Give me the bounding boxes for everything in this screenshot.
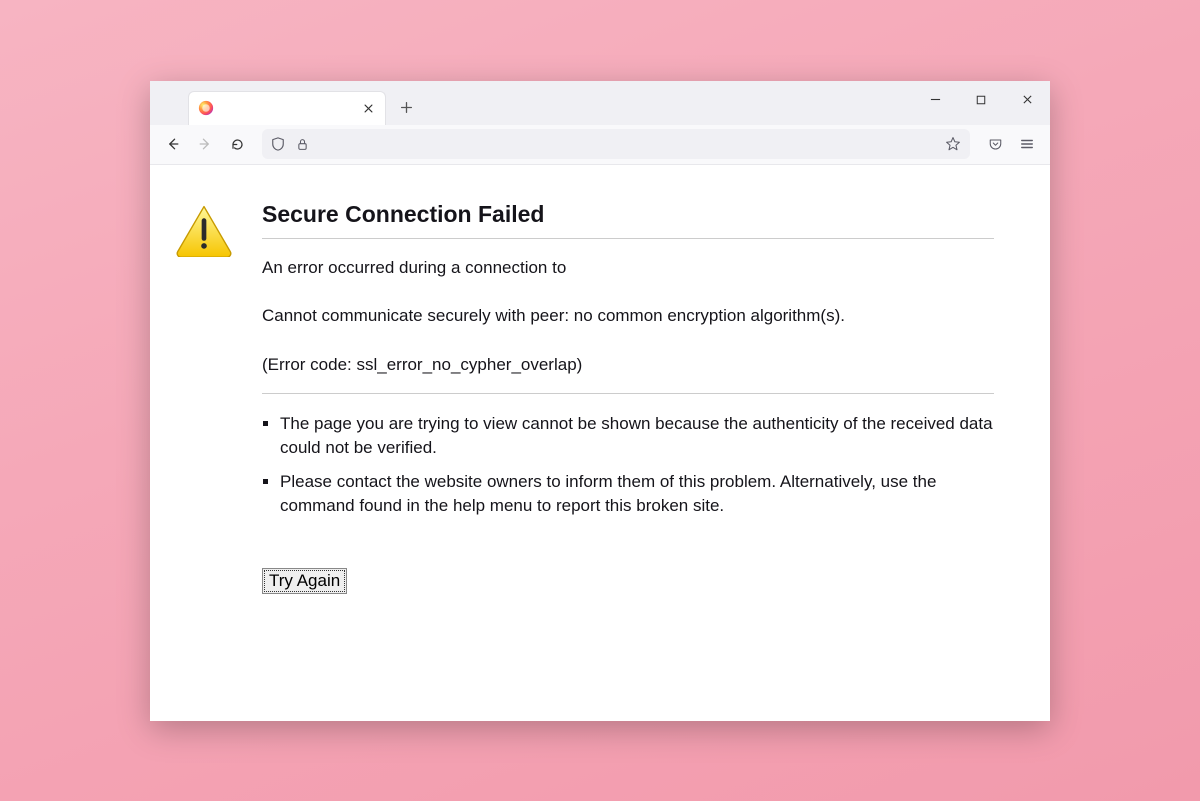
window-controls <box>912 81 1050 119</box>
browser-window: Secure Connection Failed An error occurr… <box>150 81 1050 721</box>
browser-tab[interactable] <box>188 91 386 125</box>
error-bullet: Please contact the website owners to inf… <box>280 470 994 518</box>
error-connection-line: An error occurred during a connection to <box>262 257 994 280</box>
pocket-button[interactable] <box>980 129 1010 159</box>
maximize-button[interactable] <box>958 81 1004 119</box>
error-code-line: (Error code: ssl_error_no_cypher_overlap… <box>262 354 994 377</box>
forward-button[interactable] <box>190 129 220 159</box>
error-bullet: The page you are trying to view cannot b… <box>280 412 994 460</box>
divider <box>262 393 994 394</box>
firefox-logo-icon <box>197 99 215 117</box>
address-bar[interactable] <box>262 129 970 159</box>
error-title: Secure Connection Failed <box>262 201 994 239</box>
back-button[interactable] <box>158 129 188 159</box>
tab-close-button[interactable] <box>359 99 377 117</box>
try-again-button[interactable]: Try Again <box>262 568 347 594</box>
reload-button[interactable] <box>222 129 252 159</box>
error-detail-line: Cannot communicate securely with peer: n… <box>262 305 994 328</box>
toolbar <box>150 125 1050 165</box>
lock-icon <box>294 136 310 152</box>
page-content: Secure Connection Failed An error occurr… <box>150 165 1050 721</box>
bookmark-star-icon[interactable] <box>944 135 962 153</box>
error-bullets: The page you are trying to view cannot b… <box>262 412 994 517</box>
titlebar <box>150 81 1050 125</box>
warning-icon <box>174 203 238 262</box>
shield-icon <box>270 136 286 152</box>
new-tab-button[interactable] <box>392 94 420 122</box>
minimize-button[interactable] <box>912 81 958 119</box>
close-window-button[interactable] <box>1004 81 1050 119</box>
menu-button[interactable] <box>1012 129 1042 159</box>
